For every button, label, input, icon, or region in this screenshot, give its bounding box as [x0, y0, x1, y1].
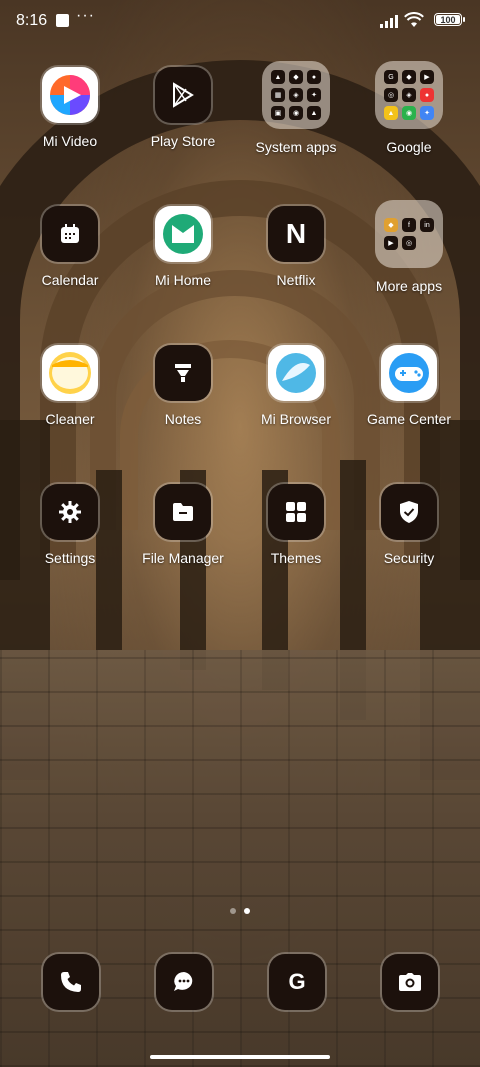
- battery-level: 100: [440, 15, 456, 25]
- battery-icon: 100: [434, 13, 465, 26]
- more-notifications-icon: ···: [76, 7, 95, 24]
- dock-camera[interactable]: [382, 954, 438, 1010]
- app-label: Settings: [44, 550, 96, 566]
- app-label: Calendar: [41, 272, 99, 288]
- clock: 8:16: [16, 12, 48, 29]
- mi-browser-icon: [268, 345, 324, 401]
- app-label: Game Center: [366, 411, 452, 427]
- app-notes[interactable]: Notes: [128, 345, 238, 427]
- system-apps-folder-icon: ▲ ◆ ● ▦ ◈ ✦ ▣ ◉ ▲: [262, 61, 330, 129]
- shield-icon: [381, 484, 437, 540]
- app-label: Themes: [270, 550, 322, 566]
- app-mi-browser[interactable]: Mi Browser: [241, 345, 351, 427]
- cleaner-icon: [42, 345, 98, 401]
- folder-icon: [155, 484, 211, 540]
- app-label: Cleaner: [45, 411, 95, 427]
- camera-icon: [382, 954, 438, 1010]
- page-indicator: [0, 908, 480, 914]
- app-security[interactable]: Security: [354, 484, 464, 566]
- app-label: Mi Video: [42, 133, 98, 149]
- folder-more-apps[interactable]: ◆ f in ▶ ◎ More apps: [354, 200, 464, 294]
- play-store-icon: [155, 67, 211, 123]
- app-file-manager[interactable]: File Manager: [128, 484, 238, 566]
- settings-gear-icon: [42, 484, 98, 540]
- app-label: Security: [383, 550, 435, 566]
- app-label: System apps: [255, 139, 337, 155]
- app-calendar[interactable]: Calendar: [15, 206, 125, 288]
- netflix-glyph: N: [285, 218, 307, 249]
- app-label: Mi Home: [154, 272, 211, 288]
- mi-video-icon: [42, 67, 98, 123]
- app-settings[interactable]: Settings: [15, 484, 125, 566]
- app-label: Netflix: [276, 272, 316, 288]
- wifi-icon: [404, 12, 424, 27]
- app-label: Google: [386, 139, 432, 155]
- mi-home-icon: [155, 206, 211, 262]
- app-themes[interactable]: Themes: [241, 484, 351, 566]
- page-dot[interactable]: [230, 908, 236, 914]
- game-center-icon: [381, 345, 437, 401]
- notification-icon: [56, 14, 69, 27]
- app-label: More apps: [375, 278, 443, 294]
- app-label: File Manager: [142, 550, 224, 566]
- dock-google[interactable]: G: [269, 954, 325, 1010]
- more-apps-folder-icon: ◆ f in ▶ ◎: [375, 200, 443, 268]
- folder-google[interactable]: G ◆ ▶ ◎ ◈ ● ▲ ◉ ✦ Google: [354, 61, 464, 155]
- calendar-icon: [42, 206, 98, 262]
- app-cleaner[interactable]: Cleaner: [15, 345, 125, 427]
- signal-icon: [380, 14, 398, 28]
- google-icon: G: [269, 954, 325, 1010]
- status-bar: 8:16 ··· 100: [0, 0, 480, 44]
- app-label: Notes: [164, 411, 202, 427]
- netflix-icon: N: [268, 206, 324, 262]
- dock-phone[interactable]: [43, 954, 99, 1010]
- dock-messages[interactable]: [156, 954, 212, 1010]
- app-netflix[interactable]: N Netflix: [241, 206, 351, 288]
- app-mi-video[interactable]: Mi Video: [15, 67, 125, 149]
- home-gesture-bar[interactable]: [150, 1055, 330, 1059]
- page-dot-active[interactable]: [244, 908, 250, 914]
- app-mi-home[interactable]: Mi Home: [128, 206, 238, 288]
- message-icon: [156, 954, 212, 1010]
- notes-icon: [155, 345, 211, 401]
- google-folder-icon: G ◆ ▶ ◎ ◈ ● ▲ ◉ ✦: [375, 61, 443, 129]
- app-label: Mi Browser: [260, 411, 331, 427]
- google-glyph: G: [288, 969, 306, 994]
- app-label: Play Store: [150, 133, 216, 149]
- app-play-store[interactable]: Play Store: [128, 67, 238, 149]
- app-game-center[interactable]: Game Center: [354, 345, 464, 427]
- phone-icon: [43, 954, 99, 1010]
- themes-grid-icon: [268, 484, 324, 540]
- folder-system-apps[interactable]: ▲ ◆ ● ▦ ◈ ✦ ▣ ◉ ▲ System apps: [241, 61, 351, 155]
